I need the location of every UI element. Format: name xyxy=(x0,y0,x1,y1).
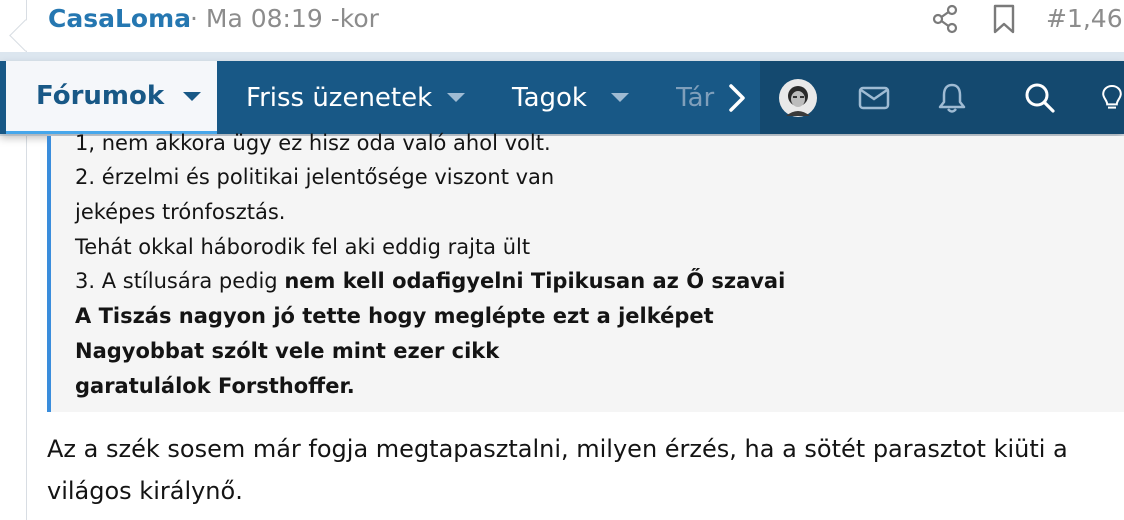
inbox-button[interactable] xyxy=(852,61,896,134)
tab-forums-label: Fórumok xyxy=(36,81,165,111)
bookmark-icon[interactable] xyxy=(990,4,1018,34)
tab-new-posts[interactable]: Friss üzenetek xyxy=(246,61,432,134)
post-number-link[interactable]: #1,468 xyxy=(1046,3,1124,35)
quote-line-5-plain: 3. A stílusára pedig xyxy=(75,269,285,293)
tab-partial[interactable]: Tár xyxy=(676,61,716,134)
quote-line-6: A Tiszás nagyon jó tette hogy meglépte e… xyxy=(75,303,714,329)
quote-line-1: 1, nem akkora ügy ez hisz oda való ahol … xyxy=(75,131,551,155)
quote-line-3: jeképes trónfosztás. xyxy=(75,200,286,224)
lightbulb-icon xyxy=(1102,84,1122,109)
quote-line-2: 2. érzelmi és politikai jelentősége visz… xyxy=(75,165,555,189)
post-header: CasaLoma · Ma 08:19 -kor #1,468 xyxy=(0,0,1124,520)
avatar xyxy=(779,78,817,117)
quote-line-5-bold: nem kell odafigyelni Tipikusan az Ő szav… xyxy=(284,269,786,293)
bell-icon xyxy=(938,83,966,113)
chevron-right-icon[interactable] xyxy=(726,83,748,113)
post-body-line-2: világos királynő. xyxy=(47,477,243,505)
envelope-icon xyxy=(858,86,890,109)
theme-button[interactable] xyxy=(1100,61,1124,134)
quote-block: 1, nem akkora ügy ez hisz oda való ahol … xyxy=(47,131,1124,412)
quote-line-7: Nagyobbat szólt vele mint ezer cikk xyxy=(75,338,499,364)
tab-members-label: Tagok xyxy=(512,82,587,113)
quote-line-4: Tehát okkal háborodik fel aki eddig rajt… xyxy=(75,235,531,259)
quote-line-8: garatulálok Forsthoffer. xyxy=(75,373,355,399)
tab-forums[interactable]: Fórumok xyxy=(6,61,217,134)
post-arrow xyxy=(9,19,42,52)
quote-bold-line: garatulálok Forsthoffer. xyxy=(75,374,355,398)
tab-members[interactable]: Tagok xyxy=(512,61,587,134)
tab-new-posts-label: Friss üzenetek xyxy=(246,82,433,113)
nav-user-area xyxy=(760,61,1124,134)
chevron-down-icon[interactable] xyxy=(182,91,202,103)
user-avatar-button[interactable] xyxy=(776,61,820,134)
chevron-down-icon[interactable] xyxy=(610,92,630,104)
alerts-button[interactable] xyxy=(930,61,974,134)
search-button[interactable] xyxy=(1018,61,1062,134)
chevron-down-icon[interactable] xyxy=(446,92,466,104)
search-icon xyxy=(1025,83,1055,113)
quote-bold-line: Nagyobbat szólt vele mint ezer cikk xyxy=(75,339,500,363)
navbar-bar: Fórumok Friss üzenetek Tagok Tár xyxy=(0,61,1124,134)
quote-bold-line: A Tiszás nagyon jó tette hogy meglépte e… xyxy=(75,304,714,328)
tab-partial-label: Tár xyxy=(676,82,715,113)
post-author-link[interactable]: CasaLoma xyxy=(48,3,191,35)
post-timestamp[interactable]: · Ma 08:19 -kor xyxy=(190,3,379,35)
main-navbar: Fórumok Friss üzenetek Tagok Tár xyxy=(0,52,1124,136)
post-body-line-1: Az a szék sosem már fogja megtapasztalni… xyxy=(47,435,1068,463)
quote-line-5: 3. A stílusára pedig nem kell odafigyeln… xyxy=(75,268,785,294)
share-icon[interactable] xyxy=(931,4,959,34)
